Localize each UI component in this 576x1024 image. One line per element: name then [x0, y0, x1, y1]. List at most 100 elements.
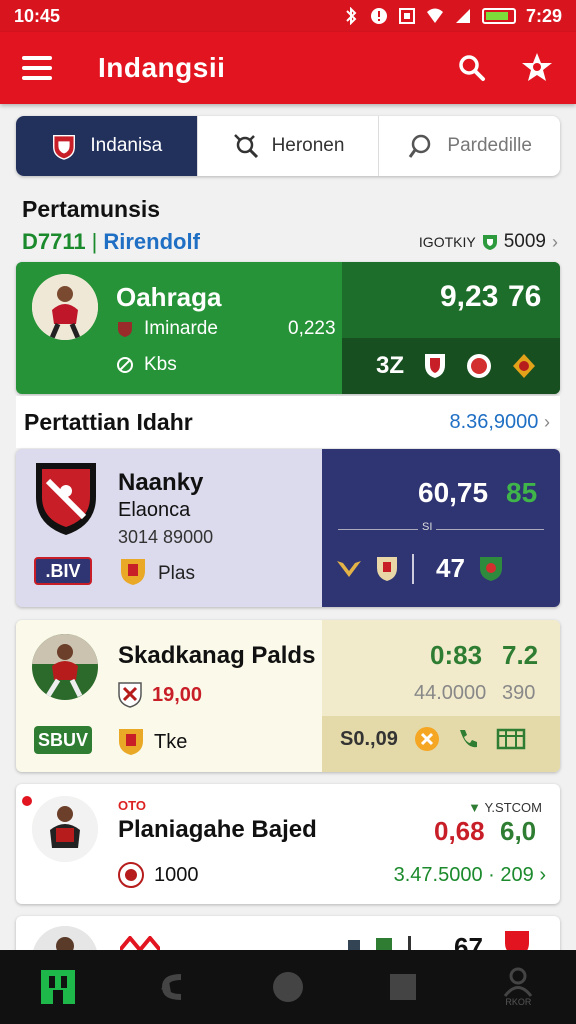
player-detail-1: Iminarde — [116, 318, 218, 340]
stat-secondary: 7.2 — [502, 640, 539, 670]
card-stats-bar: 3Z — [342, 338, 560, 394]
search-icon[interactable] — [458, 54, 486, 82]
recents-square-icon — [390, 974, 417, 1000]
battery-icon — [481, 8, 516, 24]
nav-back[interactable] — [143, 957, 203, 1017]
club-crest-icon — [118, 682, 142, 708]
live-dot-icon — [22, 796, 32, 806]
footer-value: 209 — [500, 864, 534, 886]
bluetooth-icon — [346, 7, 357, 25]
search-icon — [407, 132, 435, 160]
wings-crest-icon — [337, 560, 361, 577]
avatar — [32, 634, 98, 700]
status-time: 10:45 — [14, 5, 61, 26]
player-price: 19,00 — [118, 682, 202, 708]
card-stats-panel: 0:83 7.2 44.0000 390 S0.,09 — [322, 620, 560, 772]
section-link[interactable]: Rirendolf — [103, 229, 200, 255]
hamburger-icon[interactable] — [22, 56, 52, 80]
app-title: Indangsii — [98, 52, 226, 83]
tab-pardedille[interactable]: Pardedille — [379, 116, 560, 176]
player-subtitle: Elaonca — [118, 499, 191, 521]
tab-label: Pardedille — [447, 135, 532, 156]
section-header-2: Pertattian Idahr 8.36,9000 › — [16, 396, 560, 448]
alert-icon — [370, 8, 387, 24]
divider — [412, 553, 414, 584]
player-tag: Tke — [154, 730, 188, 753]
player-tag: Plas — [158, 563, 195, 584]
rating-badge: SBUV — [34, 726, 92, 754]
section-link-text: 8.36,9000 — [449, 410, 539, 433]
section-header-1: Pertamunsis D7711 | Rirendolf IGOTKIY 50… — [22, 196, 558, 255]
profile-icon — [504, 967, 533, 997]
club-crest-icon — [118, 862, 144, 888]
detail-text: Iminarde — [144, 318, 218, 339]
footer-value: 3.47.5000 — [393, 864, 483, 886]
nfc-icon — [398, 8, 415, 24]
tab-indanisa[interactable]: Indanisa — [16, 116, 198, 176]
divider — [338, 529, 544, 530]
triangle-down-icon: ▼ — [468, 800, 482, 815]
star-person-icon[interactable] — [520, 51, 554, 85]
stat-number: 47 — [436, 553, 465, 583]
cross-icon[interactable] — [414, 726, 440, 752]
rating-badge: .BIV — [34, 557, 92, 585]
stat-header-text: Y.STCOM — [484, 800, 542, 815]
club-badge-icon — [50, 132, 78, 160]
team-crest-icon — [36, 463, 96, 535]
segmented-tabs: Indanisa Heronen Pardedille — [16, 116, 560, 176]
meta-label: IGOTKIY — [418, 234, 476, 250]
detail-text: Kbs — [144, 354, 177, 375]
player-detail-2: Kbs — [116, 354, 177, 376]
stat-primary: 0,68 — [434, 816, 485, 846]
chevron-right-icon: › — [539, 864, 546, 886]
price-text: 19,00 — [152, 683, 203, 706]
stat-footer: 3.47.5000 · 209 › — [393, 864, 546, 886]
goal-icon — [496, 728, 526, 750]
player-value: 0,223 — [288, 318, 336, 339]
stat-secondary: 6,0 — [500, 816, 537, 846]
avatar — [32, 796, 98, 862]
stat-primary: 60,75 — [418, 477, 489, 508]
player-name: Skadkanag Palds — [118, 642, 316, 669]
status-time-right: 7:29 — [525, 5, 562, 26]
player-numbers: 3014 89000 — [118, 527, 214, 547]
value-text: 1000 — [154, 863, 199, 886]
chevron-right-icon: › — [544, 411, 550, 432]
stat-detail: 390 — [502, 682, 536, 704]
back-icon — [160, 974, 181, 1000]
player-card-1[interactable]: Oahraga Iminarde Kbs 0,223 9,23 76 3Z — [16, 262, 560, 394]
player-card-2[interactable]: 60,75 85 SI 47 Naanky Elaonca 3014 89000… — [16, 449, 560, 607]
nav-label: RKOR — [505, 997, 532, 1007]
separator: | — [91, 229, 98, 254]
bottom-navigation: RKOR — [0, 950, 576, 1024]
shield-icon — [482, 235, 497, 250]
nav-recents[interactable] — [373, 957, 433, 1017]
club-crest-icon — [425, 354, 446, 378]
ball-icon — [117, 357, 133, 373]
home-circle-icon — [272, 972, 303, 1002]
stat-secondary: 85 — [506, 477, 538, 508]
section-link[interactable]: 8.36,9000 › — [449, 411, 550, 434]
app-bar: Indangsii — [0, 32, 576, 104]
tab-heronen[interactable]: Heronen — [198, 116, 380, 176]
strip-items: S0.,09 — [340, 726, 526, 752]
section-code: D7711 — [22, 229, 86, 254]
club-crest-icon — [479, 556, 502, 581]
section-meta[interactable]: IGOTKIY 5009 › — [419, 231, 558, 253]
tag-icon — [120, 936, 160, 950]
chevron-right-icon: › — [552, 231, 558, 252]
player-card-4[interactable]: OTO ▼ Y.STCOM Planiagahe Bajed 0,68 6,0 … — [16, 784, 560, 904]
nav-home[interactable] — [28, 957, 88, 1017]
section-title: Pertamunsis — [22, 196, 161, 222]
club-crest-icon — [467, 354, 492, 378]
nav-profile[interactable]: RKOR — [488, 957, 548, 1017]
nav-circle[interactable] — [258, 957, 318, 1017]
player-tag-row: Tke — [118, 728, 187, 756]
phone-icon — [459, 730, 477, 748]
avatar — [32, 274, 98, 340]
player-card-3[interactable]: 0:83 7.2 44.0000 390 S0.,09 Skadkanag Pa… — [16, 620, 560, 772]
club-crest-icon — [121, 559, 145, 585]
club-crest-icon — [119, 729, 143, 755]
stat-header: ▼ Y.STCOM — [468, 800, 542, 815]
club-crest-icon — [513, 354, 536, 378]
